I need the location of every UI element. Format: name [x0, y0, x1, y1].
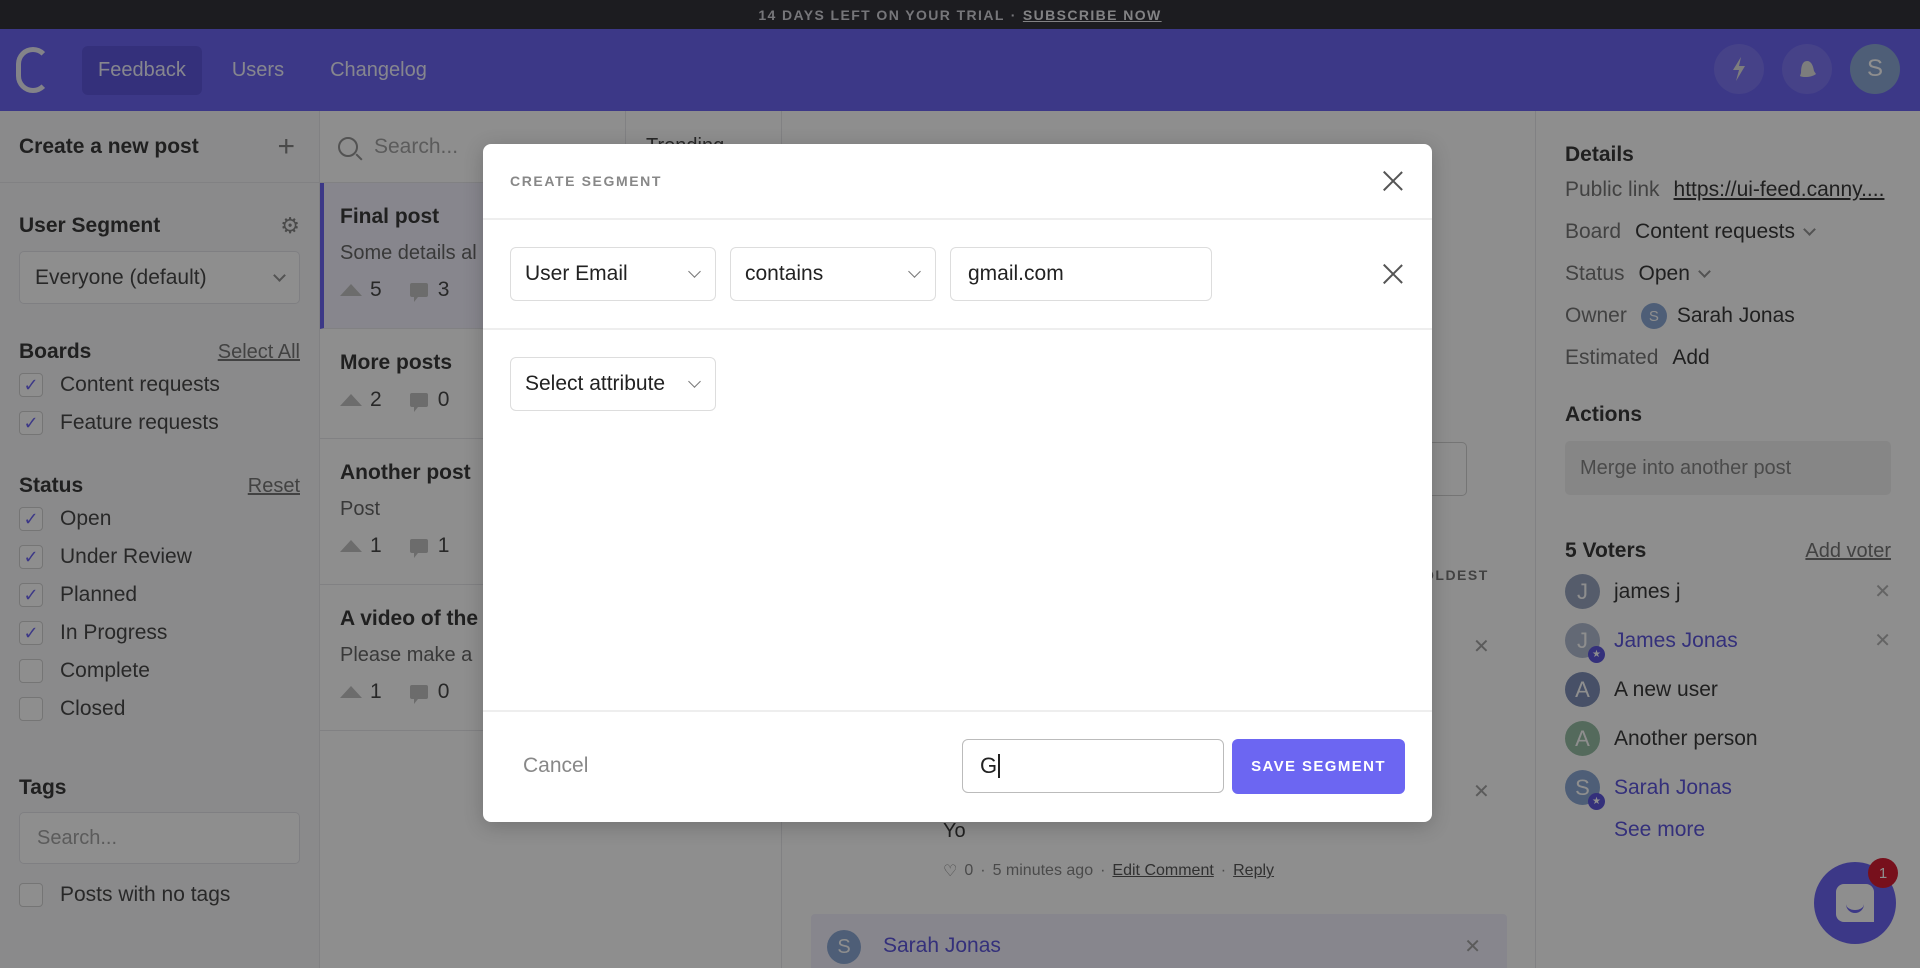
attribute-select[interactable]: User Email [510, 247, 716, 301]
segment-name-input[interactable]: G [962, 739, 1224, 793]
text-caret [998, 754, 1000, 778]
chevron-down-icon [908, 265, 921, 278]
close-icon[interactable] [1382, 170, 1404, 192]
operator-value: contains [745, 262, 824, 285]
chevron-down-icon [688, 265, 701, 278]
modal-title: CREATE SEGMENT [510, 173, 663, 189]
attribute-value: User Email [525, 262, 628, 285]
remove-filter-icon[interactable] [1382, 263, 1404, 285]
operator-select[interactable]: contains [730, 247, 936, 301]
cancel-button[interactable]: Cancel [523, 754, 588, 778]
filter-value-input[interactable]: gmail.com [950, 247, 1212, 301]
new-filter-row: Select attribute [483, 330, 1432, 712]
save-segment-button[interactable]: SAVE SEGMENT [1232, 738, 1405, 794]
create-segment-modal: CREATE SEGMENT User Email contains gmail… [483, 144, 1432, 822]
select-attribute-dropdown[interactable]: Select attribute [510, 357, 716, 411]
filter-row: User Email contains gmail.com [483, 220, 1432, 330]
segment-name-value: G [980, 753, 998, 778]
select-attribute-placeholder: Select attribute [525, 372, 666, 395]
chevron-down-icon [688, 375, 701, 388]
